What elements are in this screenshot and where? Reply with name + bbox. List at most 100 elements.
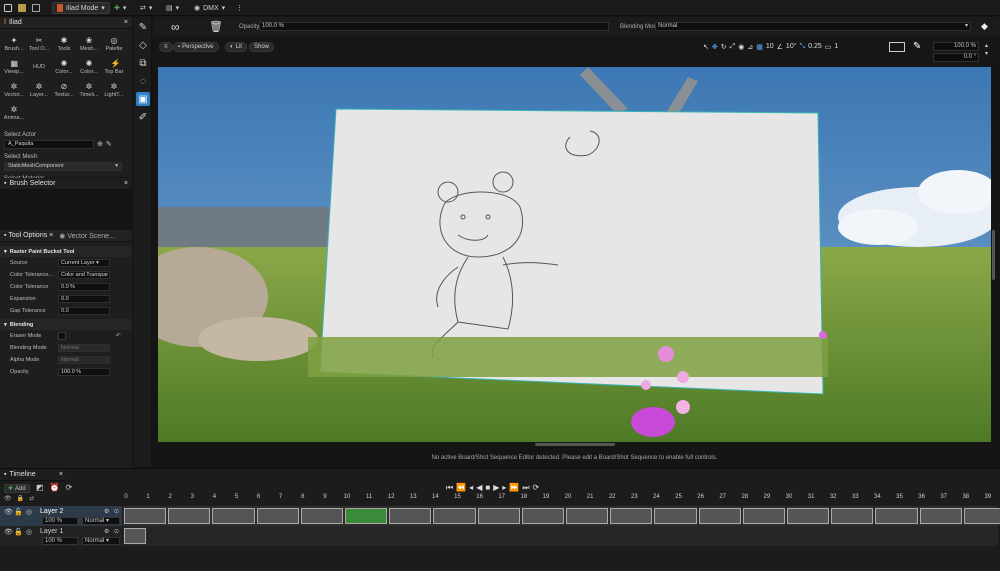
perspective-button[interactable]: ▪ Perspective xyxy=(173,42,219,52)
frame-number[interactable]: 31 xyxy=(803,494,819,500)
onion-icon[interactable]: ◎ xyxy=(26,528,32,536)
grid-snap-icon[interactable]: ▦ xyxy=(756,43,763,51)
lit-button[interactable]: ◐ Lit xyxy=(225,42,247,52)
frame-number[interactable]: 0 xyxy=(118,494,134,500)
canvas-frame-icon[interactable] xyxy=(889,42,905,52)
visibility-icon[interactable]: 👁 xyxy=(4,508,13,516)
eyedropper-icon[interactable]: ✎ xyxy=(106,140,112,149)
tool-brush[interactable]: ✦ Brush... xyxy=(2,33,26,55)
opacity-input[interactable]: 100.0 % xyxy=(58,368,110,376)
frame-number[interactable]: 21 xyxy=(582,494,598,500)
scale-snap-icon[interactable]: ⤡ xyxy=(800,43,806,51)
transform-icon[interactable]: ⧉ xyxy=(136,56,150,70)
frame-ruler[interactable]: 0 1 2 3 4 5 6 7 8 9 10 11 12 13 14 15 16 17 18 19 20 21 22 23 24… xyxy=(0,469,1000,509)
frame-cell[interactable] xyxy=(919,508,962,524)
select-mesh-dropdown[interactable]: StaticMeshComponent ▾ xyxy=(4,162,122,171)
frame-number[interactable]: 11 xyxy=(361,494,377,500)
frame-cell[interactable] xyxy=(345,508,388,524)
tool-color-2[interactable]: ✺ Color... xyxy=(77,56,101,78)
brush-selector-tab[interactable]: ▪ Brush Selector × xyxy=(0,178,132,190)
frame-cell[interactable] xyxy=(256,508,299,524)
frame-number[interactable]: 22 xyxy=(604,494,620,500)
tool-top-bar[interactable]: ⚡ Top Bar xyxy=(102,56,126,78)
opacity-slider[interactable]: 100.0 % xyxy=(259,22,609,31)
frame-number[interactable]: 9 xyxy=(317,494,333,500)
frame-cell[interactable] xyxy=(963,508,1000,524)
paint-bucket-icon[interactable]: ▣ xyxy=(136,92,150,106)
surface-snap-icon[interactable]: ⊿ xyxy=(747,43,753,51)
frame-number[interactable]: 8 xyxy=(295,494,311,500)
frame-number[interactable]: 1 xyxy=(140,494,156,500)
viewport-vertical-scrollbar[interactable] xyxy=(992,230,995,280)
blending-mode-dropdown[interactable]: Normal xyxy=(58,344,110,352)
dmx-button[interactable]: ◉ DMX ▾ xyxy=(194,2,225,14)
rotate-icon[interactable]: ↻ xyxy=(721,43,727,51)
move-icon[interactable]: ✥ xyxy=(712,43,718,51)
tool-light-table[interactable]: ✲ LightT... xyxy=(102,79,126,101)
eraser-mode-checkbox[interactable] xyxy=(58,332,66,340)
layer-opacity-field[interactable]: 100 % xyxy=(42,537,78,545)
frame-number[interactable]: 16 xyxy=(472,494,488,500)
grid-value[interactable]: 10 xyxy=(766,43,774,51)
raster-paint-bucket-section[interactable]: ▾ Raster Paint Bucket Tool xyxy=(0,246,132,257)
frame-number[interactable]: 15 xyxy=(450,494,466,500)
world-icon[interactable]: ◉ xyxy=(738,43,744,51)
visibility-icon[interactable]: 👁 xyxy=(4,528,13,536)
frame-number[interactable]: 24 xyxy=(648,494,664,500)
frame-number[interactable]: 36 xyxy=(914,494,930,500)
tool-mesh[interactable]: ❀ Mesh... xyxy=(77,33,101,55)
frame-number[interactable]: 18 xyxy=(516,494,532,500)
angle-snap-icon[interactable]: ∠ xyxy=(777,43,783,51)
source-dropdown[interactable]: Current Layer ▾ xyxy=(58,259,110,267)
tool-animation[interactable]: ✲ Anima... xyxy=(2,102,26,124)
frame-number[interactable]: 17 xyxy=(494,494,510,500)
blending-section[interactable]: ▾ Blending xyxy=(0,319,132,330)
frame-number[interactable]: 25 xyxy=(671,494,687,500)
frame-cell[interactable] xyxy=(212,508,255,524)
frame-number[interactable]: 14 xyxy=(427,494,443,500)
layer-row-layer-2[interactable]: 👁 🔓 ◎ Layer 2 ⚙ ⊙ 100 % Normal ▾ xyxy=(0,506,122,526)
lock-icon[interactable]: 🔓 xyxy=(14,508,23,516)
eyedropper-tool-icon[interactable]: ✐ xyxy=(136,110,150,124)
layer-mask-icon[interactable]: ⊙ xyxy=(114,508,119,515)
select-actor-field[interactable]: A_Paquita xyxy=(4,140,94,149)
lock-icon[interactable]: 🔓 xyxy=(14,528,23,536)
layer-row-layer-1[interactable]: 👁 🔓 ◎ Layer 1 ⚙ ⊙ 100 % Normal ▾ xyxy=(0,526,122,546)
show-button[interactable]: Show xyxy=(249,42,275,52)
tool-options[interactable]: ✂ Tool O... xyxy=(27,33,51,55)
zoom-field[interactable]: 100.0 % xyxy=(933,42,979,51)
iliad-mode-dropdown[interactable]: Iliad Mode ▾ xyxy=(52,2,110,14)
onion-icon[interactable]: ◎ xyxy=(26,508,32,516)
layer-blend-dropdown[interactable]: Normal ▾ xyxy=(82,537,120,545)
frame-cell[interactable] xyxy=(521,508,564,524)
angle-value[interactable]: 10° xyxy=(786,43,797,51)
frame-number[interactable]: 4 xyxy=(206,494,222,500)
gap-tolerance-input[interactable]: 0.0 xyxy=(58,307,110,315)
frame-cell[interactable] xyxy=(124,508,167,524)
zoom-arrows[interactable]: ▴ ▾ xyxy=(985,42,988,58)
scale-value[interactable]: 0.25 xyxy=(808,43,822,51)
color-tolerance-input[interactable]: 0.0 % xyxy=(58,283,110,291)
reset-icon[interactable]: ↶ xyxy=(116,333,121,339)
layer-1-keyframe-cell[interactable] xyxy=(124,528,146,544)
frame-number[interactable]: 28 xyxy=(737,494,753,500)
tool-tools[interactable]: ✱ Tools xyxy=(52,33,76,55)
edit-canvas-icon[interactable]: ✎ xyxy=(913,41,921,52)
frame-cell[interactable] xyxy=(831,508,874,524)
tool-hud[interactable]: HUD xyxy=(27,56,51,78)
frame-number[interactable]: 26 xyxy=(693,494,709,500)
layer-settings-icon[interactable]: ⚙ xyxy=(104,528,109,535)
scale-icon[interactable]: ⤢ xyxy=(730,43,736,51)
target-icon[interactable]: ⊕ xyxy=(97,140,103,149)
frame-number[interactable]: 32 xyxy=(825,494,841,500)
frame-number[interactable]: 5 xyxy=(229,494,245,500)
tool-color-1[interactable]: ✺ Color... xyxy=(52,56,76,78)
frame-cell[interactable] xyxy=(610,508,653,524)
frame-number[interactable]: 34 xyxy=(869,494,885,500)
save-icon[interactable] xyxy=(4,2,12,14)
frame-number[interactable]: 13 xyxy=(405,494,421,500)
pencil-icon[interactable]: ✎ xyxy=(136,20,150,34)
frame-number[interactable]: 39 xyxy=(980,494,996,500)
frame-cell[interactable] xyxy=(389,508,432,524)
frame-cell[interactable] xyxy=(433,508,476,524)
